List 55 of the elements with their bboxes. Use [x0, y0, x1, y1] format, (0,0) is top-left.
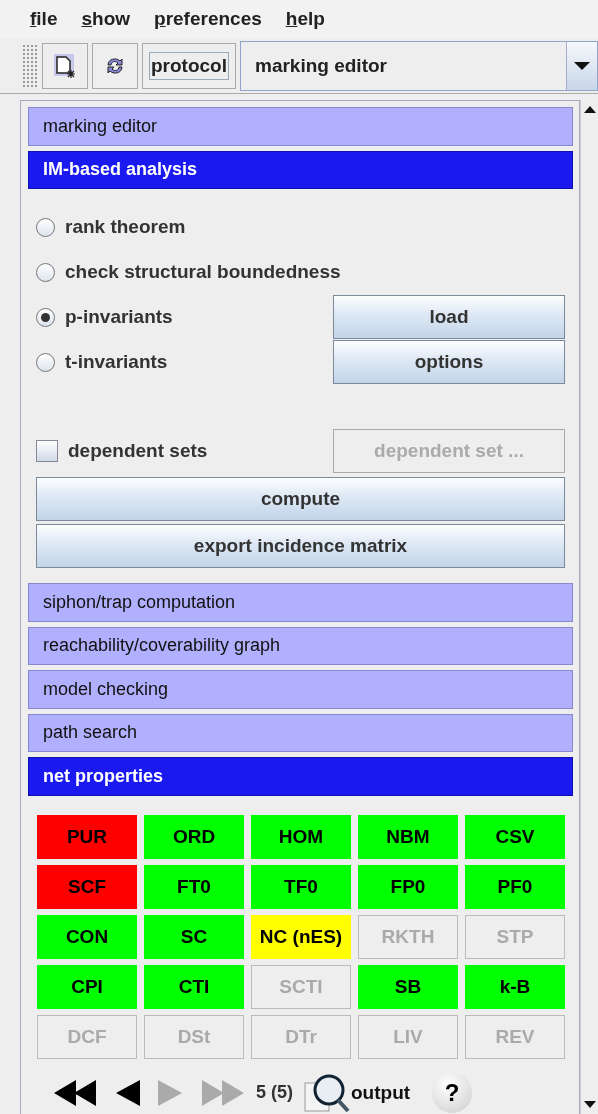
section-header[interactable]: IM-based analysis	[28, 150, 573, 190]
view-dropdown[interactable]: marking editor	[240, 40, 598, 91]
section-header[interactable]: net properties	[28, 757, 573, 796]
property-indicator[interactable]: FP0	[358, 864, 458, 909]
property-indicator[interactable]: CSV	[465, 814, 565, 859]
section-header[interactable]: model checking	[28, 670, 573, 709]
down-arrow-icon[interactable]	[582, 1100, 597, 1110]
property-indicator[interactable]: SC	[144, 914, 244, 959]
property-indicator[interactable]: TF0	[251, 864, 351, 909]
compute-button[interactable]: compute	[36, 477, 565, 522]
left-arrow-icon	[52, 1077, 98, 1108]
section-header[interactable]: path search	[28, 713, 573, 753]
radio-button[interactable]	[36, 217, 55, 237]
radio-option[interactable]: rank theorem	[36, 216, 186, 239]
radio-button[interactable]	[36, 307, 55, 327]
checkbox-option[interactable]: dependent sets	[36, 440, 208, 463]
refresh-button[interactable]	[92, 42, 138, 89]
property-indicator[interactable]: NC (nES)	[251, 914, 351, 959]
property-indicator[interactable]: PUR	[37, 814, 137, 859]
property-indicator[interactable]: k-B	[465, 964, 565, 1009]
checkbox[interactable]	[36, 440, 58, 463]
export-matrix-button[interactable]: export incidence matrix	[36, 524, 565, 569]
property-indicator[interactable]: CPI	[37, 964, 137, 1009]
property-indicator[interactable]: PF0	[465, 864, 565, 909]
property-indicator[interactable]: NBM	[358, 814, 458, 859]
property-indicator[interactable]: FT0	[144, 864, 244, 909]
radio-button[interactable]	[36, 262, 55, 282]
menu-item[interactable]: file	[30, 8, 58, 30]
radio-option[interactable]: t-invariants	[36, 351, 168, 374]
caret-icon	[573, 60, 591, 71]
radio-option[interactable]: p-invariants	[36, 306, 173, 329]
menu-item[interactable]: help	[285, 8, 325, 30]
section-header[interactable]: siphon/trap computation	[28, 583, 573, 622]
property-indicator[interactable]: ORD	[144, 814, 244, 859]
up-arrow-icon[interactable]	[582, 104, 597, 114]
step-counter: 5 (5)	[256, 1082, 293, 1104]
property-indicator[interactable]: SCF	[37, 864, 137, 909]
property-indicator[interactable]: SB	[358, 964, 458, 1009]
property-indicator[interactable]: CTI	[144, 964, 244, 1009]
section-header[interactable]: marking editor	[28, 107, 573, 146]
new-document-button[interactable]	[42, 42, 88, 89]
radio-button[interactable]	[36, 352, 55, 372]
output-button[interactable]: output	[303, 1072, 411, 1113]
section-header[interactable]: reachability/coverability graph	[28, 626, 573, 666]
protocol-button[interactable]: protocol	[142, 42, 236, 89]
property-indicator[interactable]: CON	[37, 914, 137, 959]
load-button[interactable]: load	[333, 295, 565, 340]
menu-item[interactable]: preferences	[154, 8, 262, 30]
menu-item[interactable]: show	[81, 8, 131, 30]
right-arrow-icon	[200, 1077, 246, 1108]
options-button[interactable]: options	[333, 340, 565, 385]
vertical-scrollbar[interactable]	[580, 100, 598, 1114]
radio-option[interactable]: check structural boundedness	[36, 261, 341, 284]
property-indicator[interactable]: HOM	[251, 814, 351, 859]
help-button[interactable]: ?	[432, 1072, 473, 1113]
